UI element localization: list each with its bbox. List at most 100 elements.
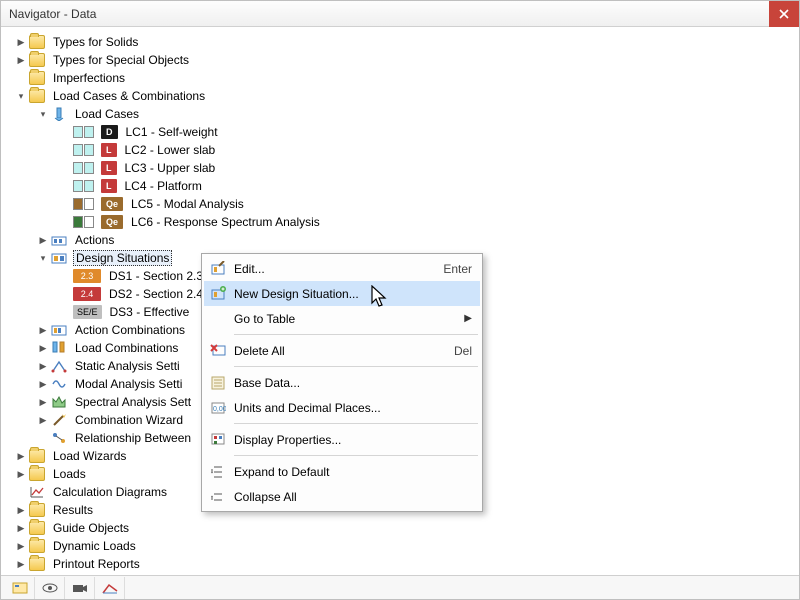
close-button[interactable] bbox=[769, 1, 799, 27]
display-properties-icon bbox=[208, 431, 228, 449]
new-design-situation-icon bbox=[208, 285, 228, 303]
relationship-icon bbox=[51, 431, 67, 445]
folder-icon bbox=[29, 521, 45, 535]
folder-icon bbox=[29, 89, 45, 103]
chevron-down-icon: ▾ bbox=[37, 252, 49, 264]
menu-separator bbox=[234, 366, 478, 367]
chevron-right-icon: ▶ bbox=[37, 234, 49, 246]
tree-item-lc1[interactable]: ▶DLC1 - Self-weight bbox=[57, 123, 795, 141]
load-case-icon bbox=[73, 162, 95, 174]
menu-separator bbox=[234, 334, 478, 335]
folder-icon bbox=[29, 53, 45, 67]
delete-icon bbox=[208, 342, 228, 360]
action-combinations-icon bbox=[51, 323, 67, 337]
badge: L bbox=[101, 161, 117, 175]
spectral-analysis-icon bbox=[51, 395, 67, 409]
tree-item-load-cases[interactable]: ▾Load Cases bbox=[35, 105, 795, 123]
chevron-right-icon: ▶ bbox=[15, 540, 27, 552]
tree-item-lc5[interactable]: ▶QeLC5 - Modal Analysis bbox=[57, 195, 795, 213]
tree-item-imperfections[interactable]: ▶Imperfections bbox=[13, 69, 795, 87]
tree-item-lc6[interactable]: ▶QeLC6 - Response Spectrum Analysis bbox=[57, 213, 795, 231]
folder-icon bbox=[29, 71, 45, 85]
tab-views-button[interactable] bbox=[65, 577, 95, 599]
tree-item-printout-reports[interactable]: ▶Printout Reports bbox=[13, 555, 795, 573]
load-case-group-icon bbox=[51, 107, 67, 121]
tab-display-button[interactable] bbox=[35, 577, 65, 599]
chevron-right-icon: ▶ bbox=[15, 36, 27, 48]
folder-icon bbox=[29, 449, 45, 463]
blank-icon bbox=[208, 310, 228, 328]
edit-icon bbox=[208, 260, 228, 278]
base-data-icon bbox=[208, 374, 228, 392]
menu-item-units[interactable]: 0,00 Units and Decimal Places... bbox=[204, 395, 480, 420]
chevron-down-icon: ▾ bbox=[37, 108, 49, 120]
folder-icon bbox=[29, 35, 45, 49]
tree-item-types-special[interactable]: ▶Types for Special Objects bbox=[13, 51, 795, 69]
chevron-right-icon: ▶ bbox=[37, 396, 49, 408]
chevron-right-icon: ▶ bbox=[37, 342, 49, 354]
chevron-right-icon: ▶ bbox=[37, 378, 49, 390]
tree-item-load-cases-combinations[interactable]: ▾Load Cases & Combinations bbox=[13, 87, 795, 105]
results-icon bbox=[101, 581, 119, 595]
tree-item-lc3[interactable]: ▶LLC3 - Upper slab bbox=[57, 159, 795, 177]
chevron-right-icon: ▶ bbox=[15, 522, 27, 534]
tree-item-lc2[interactable]: ▶LLC2 - Lower slab bbox=[57, 141, 795, 159]
chevron-right-icon: ▶ bbox=[37, 414, 49, 426]
badge: L bbox=[101, 143, 117, 157]
window-title: Navigator - Data bbox=[9, 7, 769, 21]
chevron-right-icon: ▶ bbox=[37, 324, 49, 336]
design-situations-icon bbox=[51, 251, 67, 265]
camera-icon bbox=[72, 581, 88, 595]
load-combinations-icon bbox=[51, 341, 67, 355]
menu-item-base-data[interactable]: Base Data... bbox=[204, 370, 480, 395]
folder-icon bbox=[29, 503, 45, 517]
diagram-icon bbox=[29, 485, 45, 499]
chevron-right-icon: ▶ bbox=[15, 450, 27, 462]
badge: Qe bbox=[101, 215, 123, 229]
folder-icon bbox=[29, 539, 45, 553]
tab-results-button[interactable] bbox=[95, 577, 125, 599]
tab-data-button[interactable] bbox=[5, 577, 35, 599]
chevron-right-icon: ▶ bbox=[37, 360, 49, 372]
svg-text:0,00: 0,00 bbox=[213, 406, 226, 413]
menu-separator bbox=[234, 423, 478, 424]
wizard-icon bbox=[51, 413, 67, 427]
submenu-arrow-icon: ▶ bbox=[464, 313, 472, 324]
folder-icon bbox=[29, 467, 45, 481]
tree-item-types-solids[interactable]: ▶Types for Solids bbox=[13, 33, 795, 51]
load-case-icon bbox=[73, 216, 95, 228]
static-analysis-icon bbox=[51, 359, 67, 373]
chevron-right-icon: ▶ bbox=[15, 558, 27, 570]
tree-item-lc4[interactable]: ▶LLC4 - Platform bbox=[57, 177, 795, 195]
chevron-right-icon: ▶ bbox=[15, 504, 27, 516]
menu-item-new-design-situation[interactable]: New Design Situation... bbox=[204, 281, 480, 306]
close-icon bbox=[779, 9, 789, 19]
context-menu: Edit... Enter New Design Situation... Go… bbox=[201, 253, 483, 512]
load-case-icon bbox=[73, 144, 95, 156]
badge: 2.3 bbox=[73, 269, 101, 283]
menu-item-expand-default[interactable]: Expand to Default bbox=[204, 459, 480, 484]
tree-item-dynamic-loads[interactable]: ▶Dynamic Loads bbox=[13, 537, 795, 555]
menu-item-display-properties[interactable]: Display Properties... bbox=[204, 427, 480, 452]
load-case-icon bbox=[73, 198, 95, 210]
menu-item-collapse-all[interactable]: Collapse All bbox=[204, 484, 480, 509]
menu-item-delete-all[interactable]: Delete All Del bbox=[204, 338, 480, 363]
tree-item-actions[interactable]: ▶Actions bbox=[35, 231, 795, 249]
chevron-right-icon: ▶ bbox=[15, 54, 27, 66]
badge: D bbox=[101, 125, 118, 139]
collapse-icon bbox=[208, 488, 228, 506]
badge: Qe bbox=[101, 197, 123, 211]
menu-item-edit[interactable]: Edit... Enter bbox=[204, 256, 480, 281]
data-tab-icon bbox=[12, 581, 28, 595]
tree-item-guide-objects[interactable]: ▶Guide Objects bbox=[13, 519, 795, 537]
modal-analysis-icon bbox=[51, 377, 67, 391]
eye-icon bbox=[41, 581, 59, 595]
tree-item-selected-label: Design Situations bbox=[73, 250, 172, 266]
load-case-icon bbox=[73, 180, 95, 192]
bottom-toolbar bbox=[1, 575, 799, 599]
menu-separator bbox=[234, 455, 478, 456]
actions-icon bbox=[51, 233, 67, 247]
load-case-icon bbox=[73, 126, 95, 138]
menu-item-go-to-table[interactable]: Go to Table ▶ bbox=[204, 306, 480, 331]
badge: 2.4 bbox=[73, 287, 101, 301]
